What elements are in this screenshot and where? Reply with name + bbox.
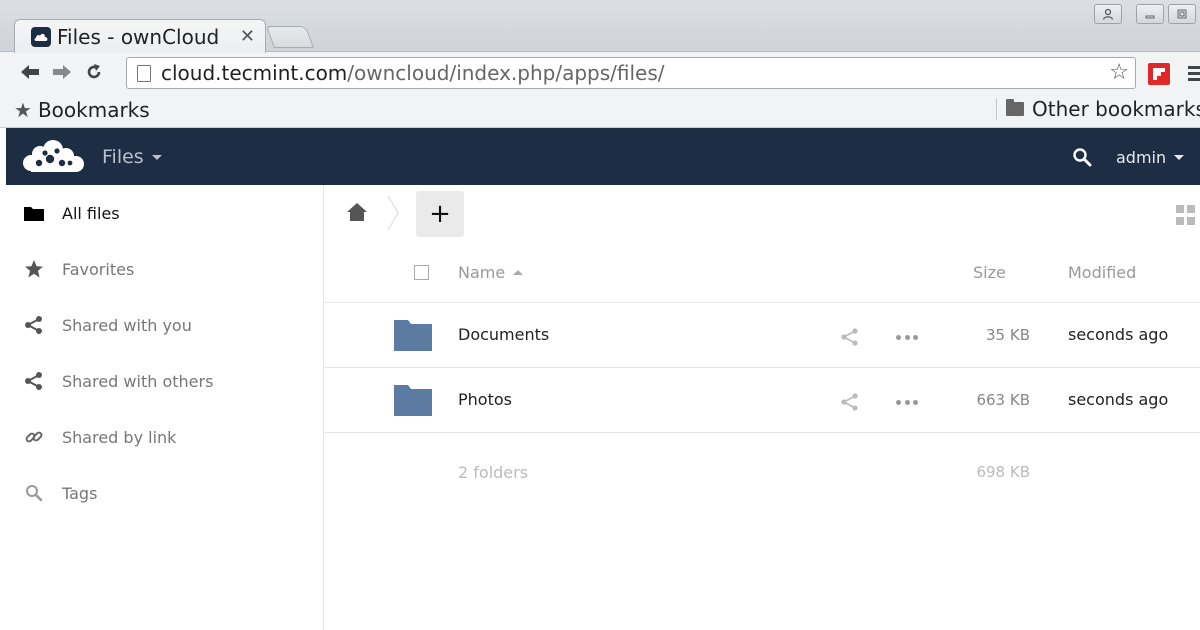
sidebar-item-shared-with-others[interactable]: Shared with others xyxy=(6,353,323,409)
url-path: /owncloud/index.php/apps/files/ xyxy=(347,61,665,85)
folder-icon xyxy=(1006,99,1024,116)
files-table-header: Name Size Modified xyxy=(324,245,1200,303)
share-icon xyxy=(24,315,44,335)
files-controls: + xyxy=(324,185,1200,245)
table-row[interactable]: Photos 663 KB seconds ago xyxy=(324,368,1200,433)
star-icon: ★ xyxy=(14,97,32,122)
other-bookmarks-button[interactable]: Other bookmarks xyxy=(1006,97,1200,121)
search-icon xyxy=(24,483,44,503)
file-size: 663 KB xyxy=(976,391,1030,409)
user-menu[interactable]: admin xyxy=(1116,148,1185,167)
new-button[interactable]: + xyxy=(416,191,464,237)
back-icon[interactable] xyxy=(14,56,46,88)
summary-total-size: 698 KB xyxy=(976,463,1030,481)
page-icon xyxy=(137,64,151,82)
bookmarks-button[interactable]: ★ Bookmarks xyxy=(14,98,150,122)
sidebar-item-label: Favorites xyxy=(62,259,135,279)
sidebar-item-shared-with-you[interactable]: Shared with you xyxy=(6,297,323,353)
app-header: Files admin xyxy=(6,128,1200,185)
file-name[interactable]: Photos xyxy=(458,390,512,409)
bookmarks-label: Bookmarks xyxy=(37,97,150,122)
file-size: 35 KB xyxy=(986,326,1030,344)
share-icon[interactable] xyxy=(840,392,860,412)
reload-icon[interactable] xyxy=(78,56,110,88)
share-icon[interactable] xyxy=(840,327,860,347)
sidebar-item-tags[interactable]: Tags xyxy=(6,465,323,521)
maximize-icon[interactable] xyxy=(1168,4,1196,24)
url-text: cloud.tecmint.com/owncloud/index.php/app… xyxy=(161,61,665,85)
folder-icon[interactable] xyxy=(394,320,432,351)
sidebar-item-all-files[interactable]: All files xyxy=(6,185,323,241)
sidebar-item-label: Shared with others xyxy=(62,371,214,391)
column-header-label: Name xyxy=(458,263,506,282)
window-controls xyxy=(1094,4,1196,24)
browser-tabstrip: Files - ownCloud ✕ xyxy=(0,0,1200,53)
file-name[interactable]: Documents xyxy=(458,325,549,344)
share-icon xyxy=(24,371,44,391)
file-modified: seconds ago xyxy=(1068,390,1169,409)
home-icon[interactable] xyxy=(346,202,368,222)
summary-count: 2 folders xyxy=(458,463,529,482)
owncloud-logo-icon[interactable] xyxy=(20,139,86,175)
forward-icon[interactable] xyxy=(46,56,78,88)
tab-close-icon[interactable]: ✕ xyxy=(240,26,255,47)
files-summary: 2 folders 698 KB xyxy=(324,435,1200,511)
file-modified: seconds ago xyxy=(1068,325,1169,344)
user-name: admin xyxy=(1116,148,1167,167)
search-icon[interactable] xyxy=(1072,147,1092,167)
sort-ascending-icon xyxy=(513,270,524,275)
folder-icon xyxy=(24,203,44,223)
sidebar: All files Favorites Shared with you Shar… xyxy=(6,185,324,630)
sidebar-item-label: Tags xyxy=(62,483,98,503)
more-actions-icon[interactable] xyxy=(896,392,918,412)
chevron-down-icon xyxy=(1174,155,1185,160)
link-icon xyxy=(24,427,44,447)
new-tab-button[interactable] xyxy=(265,26,315,48)
other-bookmarks-label: Other bookmarks xyxy=(1032,97,1200,121)
owncloud-app: Files admin All files Favorites Shared w… xyxy=(6,128,1200,630)
sidebar-item-favorites[interactable]: Favorites xyxy=(6,241,323,297)
bookmark-star-icon[interactable]: ☆ xyxy=(1109,60,1129,85)
app-name: Files xyxy=(102,146,144,168)
select-all-checkbox[interactable] xyxy=(414,265,429,280)
grid-view-icon[interactable] xyxy=(1176,205,1196,225)
files-content: + Name Size Modified Documents 35 KB sec… xyxy=(324,185,1200,630)
app-menu-button[interactable]: Files xyxy=(102,146,162,168)
chevron-down-icon xyxy=(151,154,162,160)
flipboard-extension-icon[interactable] xyxy=(1148,63,1170,85)
table-row[interactable]: Documents 35 KB seconds ago xyxy=(324,303,1200,368)
more-actions-icon[interactable] xyxy=(896,327,918,347)
sidebar-item-label: All files xyxy=(62,203,120,223)
breadcrumb-separator-icon xyxy=(387,195,399,231)
minimize-icon[interactable] xyxy=(1136,4,1164,24)
url-host: cloud.tecmint.com xyxy=(161,61,348,85)
sidebar-item-label: Shared by link xyxy=(62,427,177,447)
folder-icon[interactable] xyxy=(394,385,432,416)
browser-toolbar: cloud.tecmint.com/owncloud/index.php/app… xyxy=(0,52,1200,92)
column-header-modified[interactable]: Modified xyxy=(1068,263,1136,282)
browser-tab[interactable]: Files - ownCloud ✕ xyxy=(14,19,266,53)
star-icon xyxy=(24,259,44,279)
bookmarks-separator xyxy=(996,98,997,120)
browser-menu-icon[interactable] xyxy=(1188,66,1200,81)
bookmarks-bar: ★ Bookmarks Other bookmarks xyxy=(0,92,1200,128)
sidebar-item-shared-by-link[interactable]: Shared by link xyxy=(6,409,323,465)
user-icon[interactable] xyxy=(1094,4,1122,24)
owncloud-favicon-icon xyxy=(31,26,51,47)
column-header-name[interactable]: Name xyxy=(458,263,524,282)
sidebar-item-label: Shared with you xyxy=(62,315,192,335)
tab-title: Files - ownCloud xyxy=(57,24,220,49)
address-bar[interactable]: cloud.tecmint.com/owncloud/index.php/app… xyxy=(126,57,1136,89)
column-header-size[interactable]: Size xyxy=(973,263,1006,282)
